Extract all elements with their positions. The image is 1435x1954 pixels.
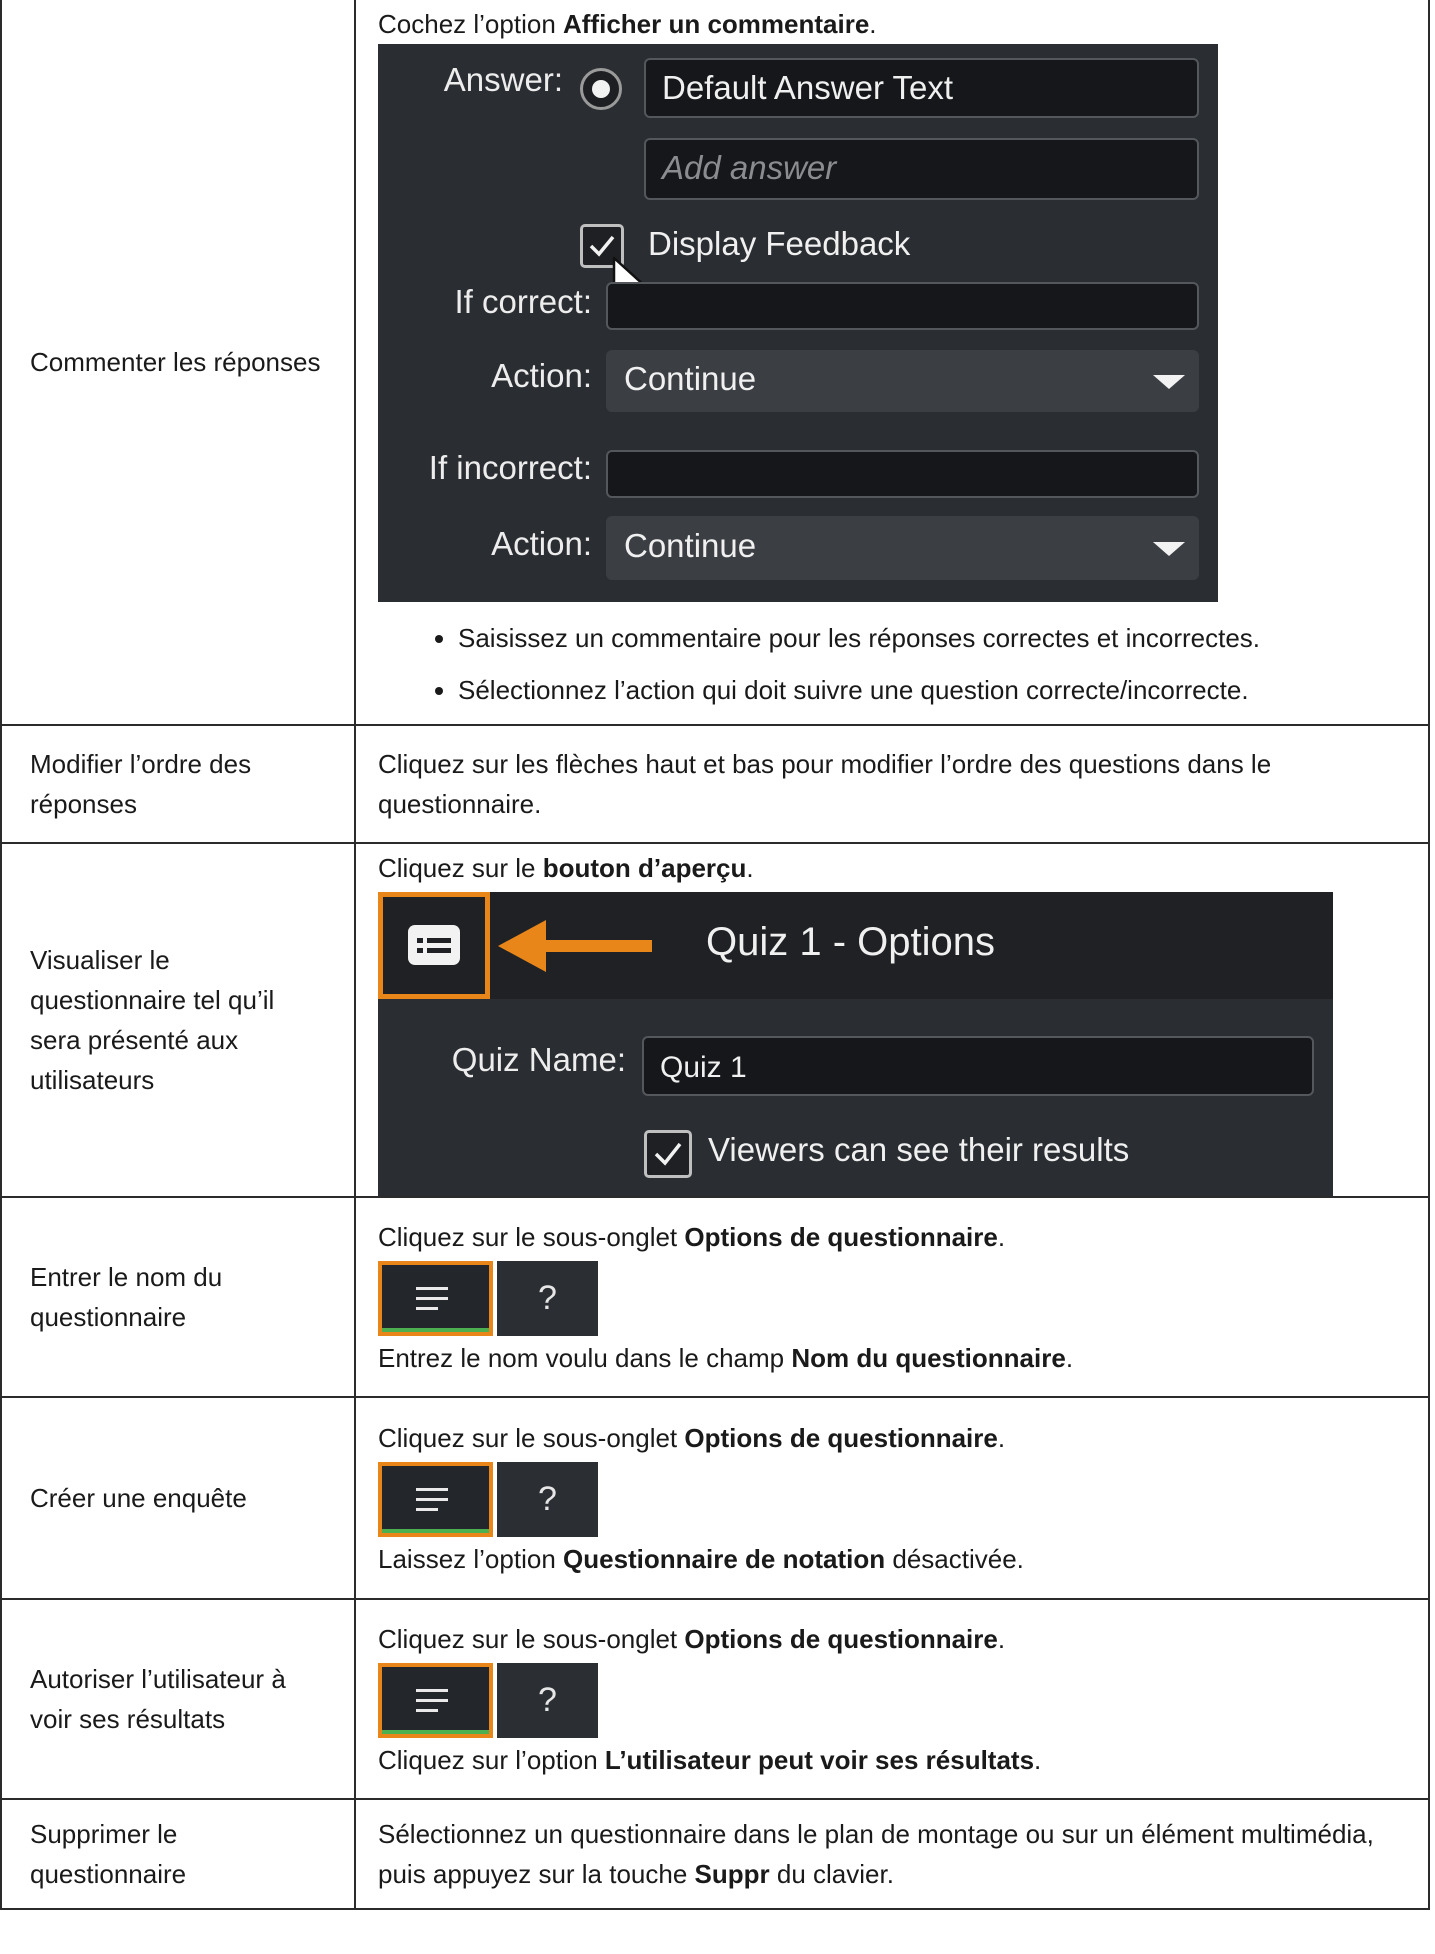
instruction-text: Sélectionnez un questionnaire dans le pl…: [354, 1798, 1430, 1910]
quiz-name-field[interactable]: Quiz 1: [642, 1036, 1314, 1096]
row-label: Créer une enquête: [0, 1396, 356, 1600]
dropdown-caret-icon: [1153, 375, 1185, 389]
feedback-settings-screenshot: Answer: Default Answer Text Add answer D…: [378, 44, 1218, 602]
instruction-text: Cliquez sur le sous-onglet Options de qu…: [378, 1221, 1006, 1252]
panel-title: Quiz 1 - Options: [706, 920, 996, 964]
row-label: Visualiser le questionnaire tel qu’il se…: [0, 842, 356, 1198]
quiz-name-label: Quiz Name:: [451, 1041, 626, 1078]
if-correct-field[interactable]: [606, 282, 1199, 330]
row-label: Supprimer le questionnaire: [0, 1798, 356, 1910]
table-row: Autoriser l’utilisateur à voir ses résul…: [0, 1598, 1430, 1800]
instruction-text: Laissez l’option Questionnaire de notati…: [378, 1543, 1024, 1574]
instruction-text: Cochez l’option Afficher un commentaire.: [378, 9, 877, 39]
preview-button[interactable]: [378, 892, 490, 999]
table-row: Créer une enquête Cliquez sur le sous-on…: [0, 1396, 1430, 1600]
feature-table: Commenter les réponses Cochez l’option A…: [0, 0, 1430, 1910]
answer-field[interactable]: Default Answer Text: [644, 58, 1199, 118]
radio-selected-icon[interactable]: [580, 68, 622, 110]
if-incorrect-field[interactable]: [606, 450, 1199, 498]
table-row: Commenter les réponses Cochez l’option A…: [0, 0, 1430, 726]
if-correct-label: If correct:: [454, 283, 592, 320]
action-label: Action:: [491, 357, 592, 394]
row-label: Commenter les réponses: [0, 0, 356, 726]
display-feedback-label: Display Feedback: [648, 225, 911, 262]
table-row: Supprimer le questionnaire Sélectionnez …: [0, 1798, 1430, 1910]
if-incorrect-label: If incorrect:: [428, 449, 592, 486]
tab-quiz-options[interactable]: [378, 1461, 493, 1537]
instruction-text: Cliquez sur le sous-onglet Options de qu…: [378, 1422, 1006, 1453]
help-icon: ?: [538, 1479, 557, 1518]
answer-label: Answer:: [443, 61, 563, 98]
add-answer-field[interactable]: Add answer: [644, 138, 1199, 200]
instruction-text: Cliquez sur le bouton d’aperçu.: [378, 853, 754, 883]
tab-quiz-options[interactable]: [378, 1662, 493, 1738]
list-item: Sélectionnez l’action qui doit suivre un…: [458, 672, 1408, 708]
help-icon: ?: [538, 1278, 557, 1317]
subtab-bar: ?: [378, 1662, 598, 1738]
viewers-results-label: Viewers can see their results: [708, 1131, 1130, 1168]
list-item: Saisissez un commentaire pour les répons…: [458, 620, 1408, 656]
instruction-text: Entrez le nom voulu dans le champ Nom du…: [378, 1342, 1074, 1373]
instruction-text: Cliquez sur les flèches haut et bas pour…: [354, 724, 1430, 844]
instruction-text: Cliquez sur l’option L’utilisateur peut …: [378, 1744, 1042, 1775]
bullet-list: Saisissez un commentaire pour les répons…: [378, 620, 1408, 708]
instruction-text: Cliquez sur le sous-onglet Options de qu…: [378, 1623, 1006, 1654]
action-select[interactable]: Continue: [606, 516, 1199, 580]
row-label: Modifier l’ordre des réponses: [0, 724, 356, 844]
action-label: Action:: [491, 525, 592, 562]
tab-quiz-options[interactable]: [378, 1260, 493, 1336]
preview-icon: [408, 925, 460, 965]
table-row: Modifier l’ordre des réponses Cliquez su…: [0, 724, 1430, 844]
table-row: Visualiser le questionnaire tel qu’il se…: [0, 842, 1430, 1198]
row-label: Entrer le nom du questionnaire: [0, 1196, 356, 1398]
tab-help[interactable]: ?: [497, 1461, 598, 1537]
tab-help[interactable]: ?: [497, 1260, 598, 1336]
tab-help[interactable]: ?: [497, 1662, 598, 1738]
subtab-bar: ?: [378, 1461, 598, 1537]
action-select[interactable]: Continue: [606, 350, 1199, 412]
orange-arrow-icon: [498, 920, 652, 972]
checkbox-checked-icon[interactable]: [644, 1130, 692, 1178]
dropdown-caret-icon: [1153, 542, 1185, 556]
help-icon: ?: [538, 1680, 557, 1719]
subtab-bar: ?: [378, 1260, 598, 1336]
row-label: Autoriser l’utilisateur à voir ses résul…: [0, 1598, 356, 1800]
table-row: Entrer le nom du questionnaire Cliquez s…: [0, 1196, 1430, 1398]
panel-header: Quiz 1 - Options: [378, 892, 1333, 999]
quiz-options-screenshot: Quiz 1 - Options Quiz Name: Quiz 1 Viewe…: [378, 892, 1333, 1196]
